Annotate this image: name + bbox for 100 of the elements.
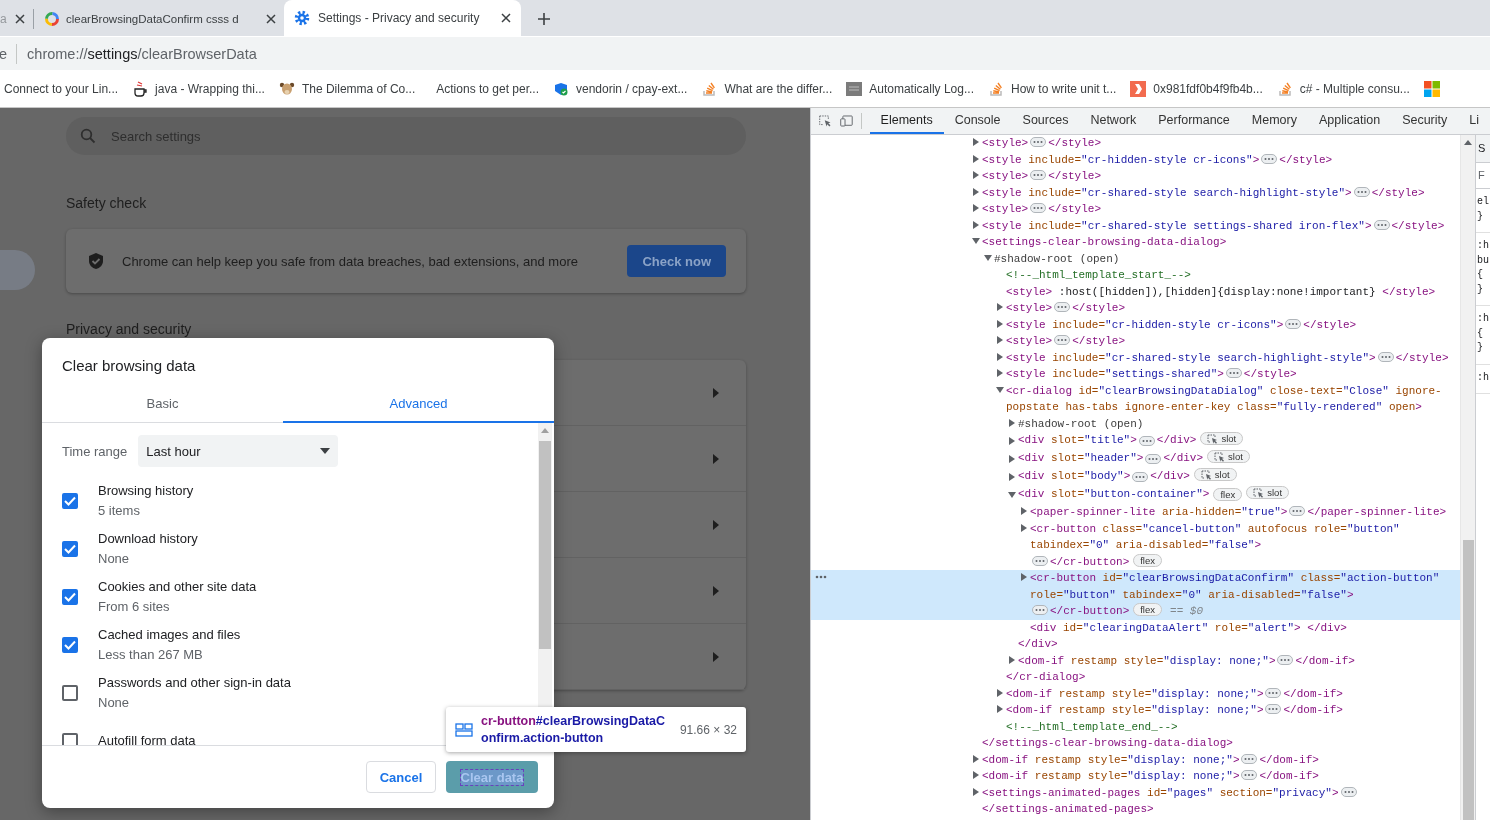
dom-tree-row[interactable]: <div slot="title"> </div> slot — [811, 432, 1460, 450]
element-tag: <cr-button class="cancel-button" autofocus role="button" tabindex="0" aria-disabled="false"> — [1030, 520, 1456, 554]
dom-tree-row[interactable]: <style include="settings-shared"> </style> — [811, 366, 1460, 383]
dom-tree-row[interactable]: <dom-if restamp style="display: none;"> </dom-if> — [811, 768, 1460, 785]
devtools-tab[interactable]: Li — [1458, 108, 1490, 134]
dom-tree-row[interactable]: <settings-animated-pages id="pages" section="privacy"> </settings-animated-pages> — [811, 784, 1460, 818]
dom-tree-row[interactable]: <style> </style> — [811, 333, 1460, 350]
devtools-tab[interactable]: Elements — [869, 108, 944, 134]
css-rule-line: } — [1477, 209, 1484, 224]
dom-tree-row[interactable]: #shadow-root (open) — [811, 415, 1460, 432]
slot-badge[interactable]: slot — [1246, 486, 1290, 499]
closing-tag: </style> — [1279, 151, 1333, 168]
element-tag: <paper-spinner-lite aria-hidden="true"> — [1030, 504, 1288, 521]
closing-tag: </div> — [1018, 638, 1058, 650]
element-tag: <div slot="header"> — [1018, 450, 1144, 467]
bookmark-item[interactable]: 0x981fdf0b4f9fb4b... — [1130, 81, 1263, 97]
bookmark-item[interactable]: java - Wrapping thi... — [132, 81, 265, 97]
dom-tree-row[interactable]: <!--_html_template_end_--> — [811, 718, 1460, 735]
bookmark-item[interactable]: c# - Multiple consu... — [1276, 81, 1410, 97]
filter-field[interactable]: F — [1476, 163, 1490, 189]
element-tag: <style> — [982, 168, 1029, 185]
bookmark-item[interactable]: How to write unit t... — [987, 81, 1117, 97]
dom-tree-row[interactable]: <style include="cr-shared-style settings-shared iron-flex"> </style> — [811, 217, 1460, 234]
dom-tree-row[interactable]: <div slot="header"> </div> slot — [811, 450, 1460, 468]
dom-tree-row[interactable]: <style> </style> — [811, 300, 1460, 317]
slot-badge[interactable]: slot — [1200, 432, 1244, 445]
dom-tree-row[interactable]: #shadow-root (open) — [811, 250, 1460, 267]
flex-badge[interactable]: flex — [1213, 487, 1243, 501]
dom-tree-row[interactable]: <dom-if restamp style="display: none;"> </dom-if> — [811, 685, 1460, 702]
bookmark-item[interactable]: What are the differ... — [701, 81, 833, 97]
css-rule-line: :h — [1477, 312, 1490, 326]
closing-tag: </style> — [1391, 217, 1445, 234]
shadow-root-label: #shadow-root (open) — [994, 252, 1120, 265]
flex-badge[interactable]: flex — [1133, 603, 1163, 616]
time-range-select[interactable]: Last hour — [138, 435, 339, 467]
closing-tag: </cr-button> — [1050, 603, 1130, 620]
dom-tree-row[interactable]: <style include="cr-shared-style search-highlight-style"> </style> — [811, 349, 1460, 366]
css-rule-line: { — [1477, 268, 1484, 282]
section-heading: Safety check — [66, 195, 148, 211]
closing-tag: </dom-if> — [1283, 685, 1343, 702]
bookmark-item[interactable]: vendorin / cpay-ext... — [553, 81, 688, 97]
cancel-button[interactable]: Cancel — [366, 761, 436, 793]
dom-tree-row[interactable]: <div id="clearingDataAlert" role="alert"> </div> — [811, 619, 1460, 636]
browser-tab[interactable]: Settings - Privacy and security — [284, 0, 521, 36]
dom-tree-row[interactable]: <div slot="body"> </div> slot — [811, 468, 1460, 486]
dom-tree-row[interactable]: <settings-clear-browsing-data-dialog> — [811, 234, 1460, 251]
element-tag: <style> — [982, 201, 1029, 218]
closing-tag: </style> — [1048, 168, 1102, 185]
dom-tree-row[interactable]: <style> </style> — [811, 135, 1460, 152]
closing-tag: </div> — [1163, 450, 1204, 467]
slot-badge[interactable]: slot — [1193, 468, 1237, 481]
devtools-tab[interactable]: Performance — [1147, 108, 1241, 134]
element-tag: <style> — [1006, 333, 1053, 350]
dom-tree-row[interactable]: <style> </style> — [811, 168, 1460, 185]
dom-tree-row[interactable]: <div slot="button-container"> flex slot — [811, 486, 1460, 504]
dialog-tab[interactable]: Advanced — [283, 385, 554, 423]
dom-tree-row[interactable]: <!--_html_template_start_--> — [811, 267, 1460, 284]
closing-tag: </style> — [1048, 135, 1102, 152]
devtools-tab[interactable]: Network — [1079, 108, 1148, 134]
bookmark-item[interactable]: Actions to get per... — [429, 82, 539, 96]
shadow-root-label: #shadow-root (open) — [1018, 417, 1144, 430]
dom-tree-row[interactable]: <style> </style> — [811, 201, 1460, 218]
browser-tab[interactable]: clearBrowsingDataConfirm csss d — [36, 2, 284, 36]
dom-tree-row[interactable]: <style include="cr-hidden-style cr-icons"> </style> — [811, 151, 1460, 168]
devtools-tab[interactable]: Application — [1307, 108, 1392, 134]
dom-tree-row[interactable]: <dom-if restamp style="display: none;"> </dom-if> — [811, 652, 1460, 669]
dom-tree-row[interactable]: <dom-if restamp style="display: none;"> </dom-if> — [811, 751, 1460, 768]
check-now-button[interactable]: Check now — [627, 245, 726, 277]
closing-tag: </style> — [1072, 333, 1126, 350]
element-tag: <style include="cr-shared-style search-highlight-style"> — [1006, 349, 1376, 366]
dom-tree-row[interactable]: <style include="cr-hidden-style cr-icons"> </style> — [811, 316, 1460, 333]
devtools-tab[interactable]: Security — [1391, 108, 1459, 134]
devtools-tab[interactable]: Console — [943, 108, 1012, 134]
dom-tree-row[interactable]: <cr-button id="clearBrowsingDataConfirm" class="action-button" role="button" tabindex="0" aria-disabled="false"> </cr-button> flex == $0 — [811, 570, 1460, 620]
css-rule-line: } — [1477, 282, 1484, 297]
dom-tree-row[interactable]: <paper-spinner-lite aria-hidden="true"> </paper-spinner-lite> — [811, 504, 1460, 521]
css-rule-line: bu — [1477, 253, 1490, 268]
bookmark-item[interactable]: Automatically Log... — [846, 81, 974, 97]
html-comment: <!--_html_template_start_--> — [1006, 269, 1191, 281]
dom-tree-row[interactable]: <dom-if restamp style="display: none;"> </dom-if> — [811, 702, 1460, 719]
element-tag: <dom-if restamp style="display: none;"> — [1006, 685, 1264, 702]
item-label: Browsing history — [98, 482, 194, 500]
slot-badge[interactable]: slot — [1207, 450, 1250, 463]
styles-tab[interactable]: S — [1476, 135, 1490, 163]
item-label: Download history — [98, 530, 198, 548]
dom-tree-row[interactable]: <style include="cr-shared-style search-highlight-style"> </style> — [811, 184, 1460, 201]
bookmark-item[interactable]: Connect to your Lin... — [4, 82, 119, 96]
flex-badge[interactable]: flex — [1133, 553, 1163, 567]
css-rule-line: el — [1477, 195, 1490, 209]
dom-tree-row[interactable]: <cr-button class="cancel-button" autofocus role="button" tabindex="0" aria-disabled="false"> </cr-button> flex — [811, 520, 1460, 570]
dom-tree-row[interactable]: <style> :host([hidden]),[hidden]{display:none!important} </style> — [811, 283, 1460, 300]
element-tag: <style> — [1006, 300, 1053, 317]
devtools-tab[interactable]: Memory — [1240, 108, 1308, 134]
dialog-tab[interactable]: Basic — [42, 385, 283, 423]
address-bar[interactable]: e chrome://settings/clearBrowserData — [0, 37, 1490, 70]
bookmark-item[interactable]: The Dilemma of Co... — [278, 81, 416, 97]
devtools-tab[interactable]: Sources — [1011, 108, 1080, 134]
element-tag: <dom-if restamp style="display: none;"> — [982, 768, 1240, 785]
dom-tree-row[interactable]: <cr-dialog id="clearBrowsingDataDialog" close-text="Close" ignore-popstate has-tabs ignore-enter-key class="fully-rendered" open> — [811, 382, 1460, 416]
closing-tag: </dom-if> — [1259, 768, 1319, 785]
